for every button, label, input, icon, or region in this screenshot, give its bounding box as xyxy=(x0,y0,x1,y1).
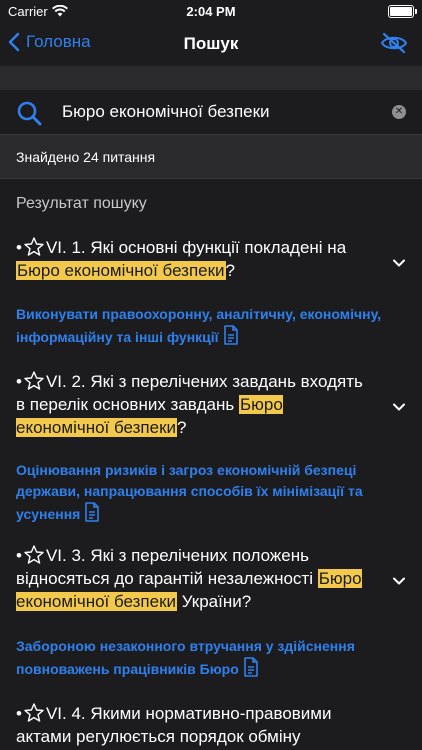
search-input[interactable]: Бюро економічної безпеки xyxy=(62,102,270,122)
status-bar: Carrier 2:04 PM xyxy=(0,0,422,22)
star-icon[interactable] xyxy=(24,702,44,725)
chevron-down-icon[interactable] xyxy=(392,574,406,588)
search-bar: Бюро економічної безпеки ✕ xyxy=(0,90,422,134)
chevron-down-icon[interactable] xyxy=(392,400,406,414)
search-highlight: Бюро економічної безпеки xyxy=(16,261,226,280)
chevron-down-icon[interactable] xyxy=(392,256,406,270)
results-count: Знайдено 24 питання xyxy=(16,149,156,165)
question-text: • VI. 2. Які з перелічених завдань входят… xyxy=(16,370,363,437)
question-text: • VI. 4. Якими нормативно-правовими актам… xyxy=(16,702,332,746)
answer-text: Виконувати правоохоронну, аналітичну, ек… xyxy=(16,304,406,351)
status-time: 2:04 PM xyxy=(186,4,236,19)
star-icon[interactable] xyxy=(24,544,44,567)
document-icon[interactable] xyxy=(243,657,259,683)
answer-text: Забороною незаконного втручання у здійсн… xyxy=(16,636,406,683)
navigation-bar: Головна Пошук xyxy=(0,22,422,66)
section-header: Результат пошуку xyxy=(0,178,422,229)
document-icon[interactable] xyxy=(223,325,239,351)
results-count-row: Знайдено 24 питання xyxy=(0,134,422,179)
question-text: • VI. 1. Які основні функції покладені на… xyxy=(16,236,347,280)
battery-icon xyxy=(388,5,417,18)
search-icon xyxy=(16,100,42,131)
answer-text: Оцінювання ризиків і загроз економічній … xyxy=(16,460,406,528)
results-list: • VI. 1. Які основні функції покладені на… xyxy=(0,228,422,750)
clear-search-button[interactable]: ✕ xyxy=(392,105,406,119)
separator-band xyxy=(0,66,422,90)
hide-answers-button[interactable] xyxy=(380,32,408,59)
section-title: Результат пошуку xyxy=(16,195,147,212)
star-icon[interactable] xyxy=(24,236,44,259)
question-text: • VI. 3. Які з перелічених положень відно… xyxy=(16,544,362,611)
eye-slash-icon xyxy=(380,32,408,54)
star-icon[interactable] xyxy=(24,370,44,393)
page-title: Пошук xyxy=(183,34,239,53)
document-icon[interactable] xyxy=(84,502,100,528)
